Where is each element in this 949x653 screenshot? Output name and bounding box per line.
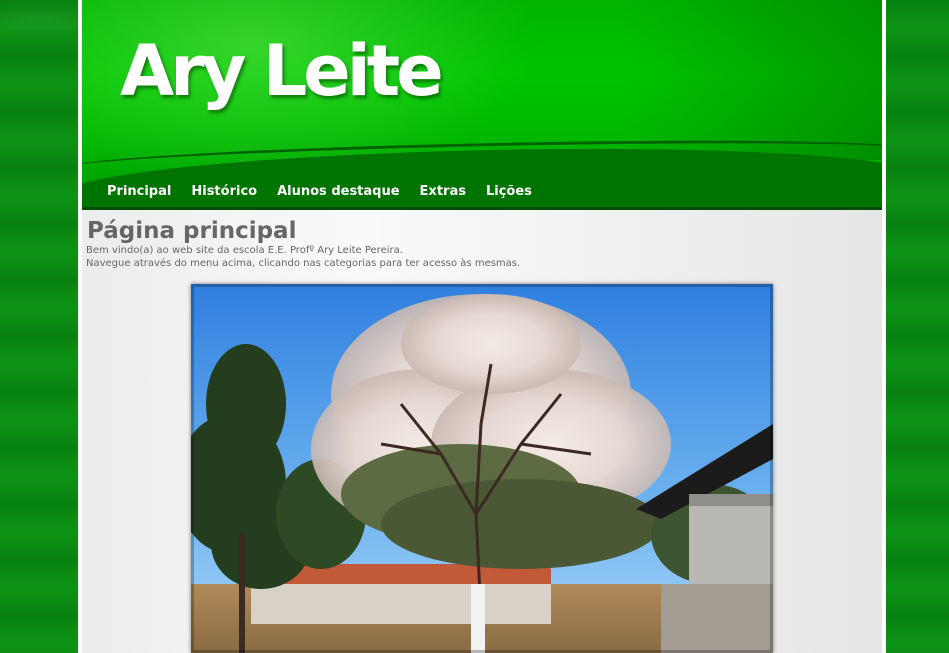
intro-text-line-2: Navegue através do menu acima, clicando … — [86, 258, 521, 269]
school-tree-photo — [191, 284, 773, 653]
page-title: Página principal — [87, 218, 297, 244]
main-content: Página principal Bem vindo(a) ao web sit… — [82, 210, 882, 653]
main-nav: Principal Histórico Alunos destaque Extr… — [107, 184, 532, 199]
nav-item-alunos-destaque[interactable]: Alunos destaque — [277, 184, 399, 199]
nav-item-principal[interactable]: Principal — [107, 184, 171, 199]
tree-photo-image — [191, 284, 773, 653]
site-header: Ary Leite Principal Histórico Alunos des… — [82, 0, 882, 210]
page-container: Ary Leite Principal Histórico Alunos des… — [82, 0, 882, 653]
nav-item-extras[interactable]: Extras — [420, 184, 466, 199]
nav-item-historico[interactable]: Histórico — [191, 184, 257, 199]
intro-text-line-1: Bem vindo(a) ao web site da escola E.E. … — [86, 245, 403, 256]
site-logo-title: Ary Leite — [120, 30, 444, 112]
nav-item-licoes[interactable]: Lições — [486, 184, 532, 199]
